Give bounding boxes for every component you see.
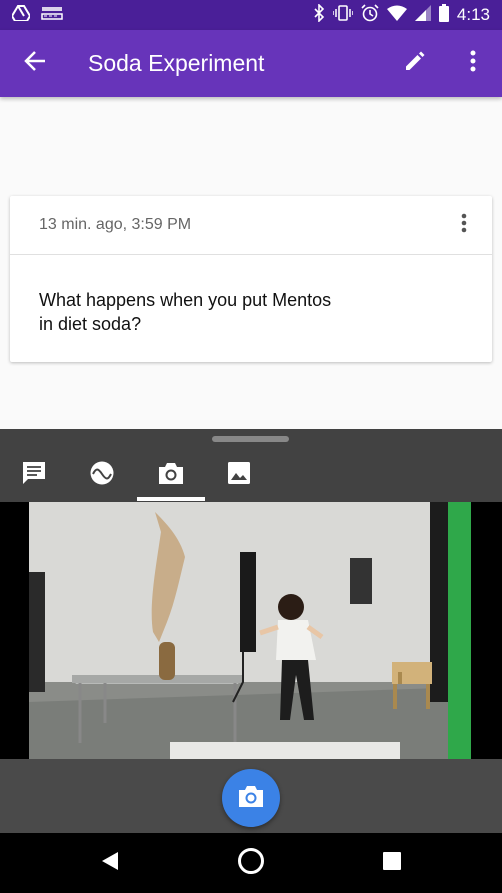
camera-preview-image <box>0 502 502 759</box>
vibrate-icon <box>332 4 354 27</box>
drive-icon <box>10 4 32 26</box>
tab-sensor[interactable] <box>68 449 136 502</box>
camera-icon <box>238 784 264 813</box>
back-button[interactable] <box>0 30 70 97</box>
nav-home-button[interactable] <box>211 833 291 893</box>
tool-panel <box>0 429 502 893</box>
edit-pencil-icon <box>403 49 427 78</box>
note-text: What happens when you put Mentos in diet… <box>39 290 332 334</box>
tab-selected-indicator <box>137 497 205 501</box>
card-header: 13 min. ago, 3:59 PM <box>10 196 492 255</box>
camera-preview[interactable] <box>0 502 502 759</box>
back-arrow-icon <box>24 50 46 77</box>
more-vert-icon <box>470 50 476 77</box>
nav-recents-button[interactable] <box>352 833 432 893</box>
back-triangle-icon <box>100 851 120 876</box>
alarm-icon <box>361 3 379 27</box>
camera-icon <box>158 461 184 490</box>
tab-camera[interactable] <box>137 449 205 502</box>
overflow-menu-button[interactable] <box>444 30 502 97</box>
amazon-icon <box>40 5 66 26</box>
wifi-icon <box>386 5 407 26</box>
system-nav-bar <box>0 833 502 893</box>
app-bar: Soda Experiment <box>0 30 502 97</box>
edit-button[interactable] <box>386 30 444 97</box>
tab-text-note[interactable] <box>0 449 68 502</box>
more-vert-icon <box>461 213 467 238</box>
note-menu-button[interactable] <box>436 196 492 255</box>
tab-gallery[interactable] <box>205 449 273 502</box>
status-time: 4:13 <box>456 5 490 24</box>
gallery-icon <box>227 461 251 490</box>
page-title: Soda Experiment <box>88 50 265 76</box>
home-circle-icon <box>237 847 265 880</box>
note-card[interactable]: 13 min. ago, 3:59 PM What happens when y… <box>10 196 492 362</box>
text-note-icon <box>21 460 47 491</box>
tool-tabs <box>0 449 502 502</box>
note-timestamp: 13 min. ago, 3:59 PM <box>39 216 192 233</box>
status-bar: 4:13 <box>0 0 502 30</box>
bluetooth-icon <box>313 2 325 27</box>
shutter-button[interactable] <box>222 769 280 827</box>
recents-square-icon <box>382 851 402 876</box>
signal-icon <box>414 4 431 26</box>
drag-handle[interactable] <box>212 436 289 442</box>
nav-back-button[interactable] <box>70 833 150 893</box>
battery-icon <box>438 3 449 27</box>
sensor-wave-icon <box>89 460 115 491</box>
